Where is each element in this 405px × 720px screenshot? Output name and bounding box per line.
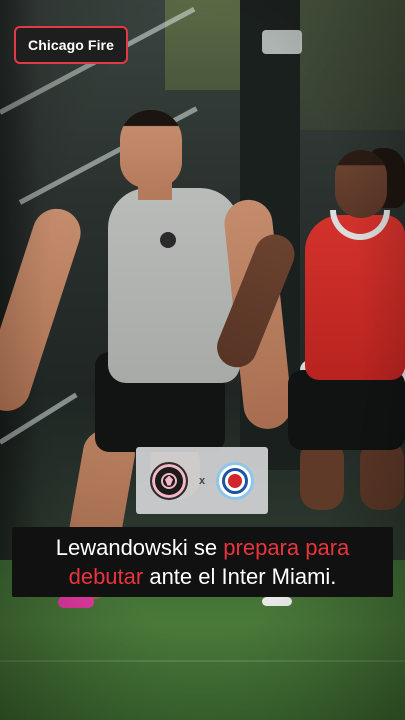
vignette [0,0,405,720]
caption-line-1: Lewandowski se prepara para [56,533,350,562]
video-frame[interactable]: Chicago Fire x Lewandowski se prepara pa… [0,0,405,720]
caption-highlight: prepara para [223,535,350,560]
matchup-separator: x [198,474,206,487]
caption-line-2: debutar ante el Inter Miami. [69,562,337,591]
inter-miami-crest-icon [150,461,188,500]
caption-text: ante el Inter Miami. [143,564,337,589]
chicago-fire-crest-icon [216,461,254,500]
caption-box: Lewandowski se prepara para debutar ante… [12,527,393,597]
caption-text: Lewandowski se [55,535,224,560]
team-tag-label: Chicago Fire [28,37,114,53]
team-tag[interactable]: Chicago Fire [14,26,128,64]
caption-highlight: debutar [68,564,144,589]
matchup-card: x [136,447,268,514]
